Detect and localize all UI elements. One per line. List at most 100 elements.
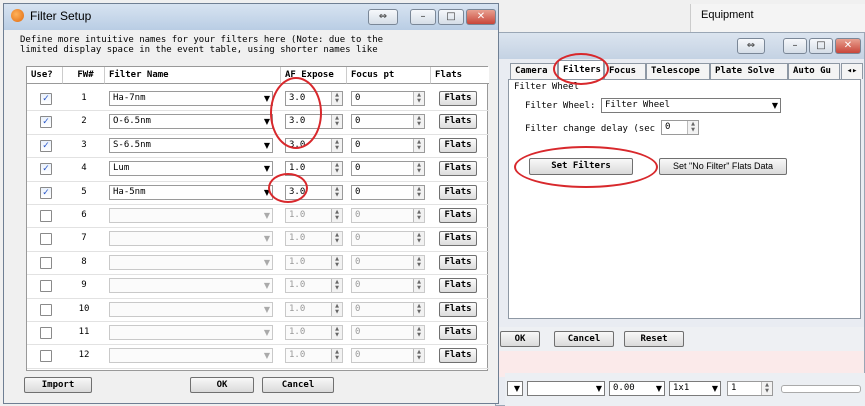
spinner-icon[interactable]: ▲ ▼ [331, 302, 342, 316]
af-expose-input[interactable]: 1.0 ▲ ▼ [285, 325, 343, 340]
flats-button[interactable]: Flats [439, 254, 477, 270]
use-checkbox[interactable]: ✓ [40, 163, 52, 176]
spinner-icon[interactable]: ▲ ▼ [331, 232, 342, 246]
af-expose-input[interactable]: 1.0 ▲ ▼ [285, 231, 343, 247]
import-button[interactable]: Import [24, 377, 92, 393]
spinner-icon[interactable]: ▲ ▼ [331, 162, 342, 176]
filter-name-select[interactable]: Ha-5nm ▼ [109, 184, 273, 200]
filter-name-select[interactable]: ▼ [109, 325, 273, 340]
flats-button[interactable]: Flats [439, 278, 477, 294]
use-checkbox[interactable] [40, 280, 52, 293]
focus-pt-input[interactable]: 0 ▲ ▼ [351, 91, 425, 106]
filter-name-select[interactable]: ▼ [109, 278, 273, 294]
spinner-icon[interactable]: ▲ ▼ [331, 92, 342, 105]
tab-telescope[interactable]: Telescope [646, 63, 710, 79]
use-checkbox[interactable]: ✓ [40, 93, 52, 105]
ok-button-main[interactable]: OK [500, 331, 540, 347]
flats-button[interactable]: Flats [439, 231, 477, 247]
flats-button[interactable]: Flats [439, 208, 477, 223]
filter-name-select[interactable]: S-6.5nm ▼ [109, 137, 273, 153]
toolbar-select-1[interactable]: ▼ [507, 381, 523, 396]
spinner-icon[interactable]: ▲ ▼ [413, 115, 424, 129]
filter-name-select[interactable]: ▼ [109, 254, 273, 270]
toolbar-select-2[interactable]: ▼ [527, 381, 605, 396]
reset-button[interactable]: Reset [624, 331, 684, 347]
spinner-icon[interactable]: ▲ ▼ [331, 255, 342, 269]
spinner-icon[interactable]: ▲ ▼ [413, 162, 424, 176]
spinner-icon[interactable]: ▲ ▼ [687, 121, 698, 134]
spinner-icon[interactable]: ▲ ▼ [413, 232, 424, 246]
filter-wheel-select[interactable]: Filter Wheel ▼ [601, 98, 781, 113]
spinner-icon[interactable]: ▲ ▼ [413, 279, 424, 293]
restore-icon[interactable]: ⇔ [737, 38, 765, 54]
focus-pt-input[interactable]: 0 ▲ ▼ [351, 254, 425, 270]
af-expose-input[interactable]: 1.0 ▲ ▼ [285, 278, 343, 294]
use-checkbox[interactable]: ✓ [40, 139, 52, 152]
flats-button[interactable]: Flats [439, 325, 477, 340]
spinner-icon[interactable]: ▲ ▼ [761, 382, 772, 395]
cancel-button[interactable]: Cancel [262, 377, 334, 393]
use-checkbox[interactable] [40, 256, 52, 269]
filter-name-select[interactable]: Lum ▼ [109, 161, 273, 177]
use-checkbox[interactable] [40, 327, 52, 339]
spinner-icon[interactable]: ▲ ▼ [413, 349, 424, 363]
filter-name-select[interactable]: Ha-7nm ▼ [109, 91, 273, 106]
delay-input[interactable]: 0 ▲ ▼ [661, 120, 699, 135]
binning-select[interactable]: 1x1 ▼ [669, 381, 721, 396]
af-expose-input[interactable]: 1.0 ▲ ▼ [285, 301, 343, 317]
use-checkbox[interactable]: ✓ [40, 116, 52, 129]
focus-pt-input[interactable]: 0 ▲ ▼ [351, 325, 425, 340]
focus-pt-input[interactable]: 0 ▲ ▼ [351, 301, 425, 317]
flats-button[interactable]: Flats [439, 114, 477, 130]
flats-button[interactable]: Flats [439, 301, 477, 317]
focus-pt-input[interactable]: 0 ▲ ▼ [351, 184, 425, 200]
spinner-icon[interactable]: ▲ ▼ [413, 138, 424, 152]
spinner-icon[interactable]: ▲ ▼ [413, 302, 424, 316]
spinner-icon[interactable]: ▲ ▼ [413, 185, 424, 199]
cancel-button-main[interactable]: Cancel [554, 331, 614, 347]
flats-button[interactable]: Flats [439, 137, 477, 153]
use-checkbox[interactable]: ✓ [40, 186, 52, 199]
exposure-select[interactable]: 0.00 ▼ [609, 381, 665, 396]
focus-pt-input[interactable]: 0 ▲ ▼ [351, 161, 425, 177]
flats-button[interactable]: Flats [439, 184, 477, 200]
spinner-icon[interactable]: ▲ ▼ [331, 185, 342, 199]
spinner-icon[interactable]: ▲ ▼ [413, 209, 424, 222]
focus-pt-input[interactable]: 0 ▲ ▼ [351, 278, 425, 294]
count-input[interactable]: 1 ▲ ▼ [727, 381, 773, 396]
af-expose-input[interactable]: 1.0 ▲ ▼ [285, 348, 343, 364]
filter-name-select[interactable]: ▼ [109, 301, 273, 317]
tab-scroll-arrows[interactable]: ◂▸ [841, 63, 863, 79]
af-expose-input[interactable]: 1.0 ▲ ▼ [285, 208, 343, 223]
filter-name-select[interactable]: ▼ [109, 348, 273, 364]
spinner-icon[interactable]: ▲ ▼ [331, 115, 342, 129]
focus-pt-input[interactable]: 0 ▲ ▼ [351, 114, 425, 130]
spinner-icon[interactable]: ▲ ▼ [331, 138, 342, 152]
minimize-icon[interactable]: – [410, 9, 436, 25]
tab-camera[interactable]: Camera [510, 63, 558, 79]
spinner-icon[interactable]: ▲ ▼ [413, 326, 424, 339]
maximize-icon[interactable]: □ [809, 38, 833, 54]
close-icon[interactable]: ✕ [835, 38, 861, 54]
ok-button[interactable]: OK [190, 377, 254, 393]
restore-icon[interactable]: ⇔ [368, 9, 398, 25]
focus-pt-input[interactable]: 0 ▲ ▼ [351, 348, 425, 364]
filter-name-select[interactable]: O-6.5nm ▼ [109, 114, 273, 130]
use-checkbox[interactable] [40, 303, 52, 316]
af-expose-input[interactable]: 1.0 ▲ ▼ [285, 254, 343, 270]
tab-auto-guide[interactable]: Auto Gu [788, 63, 840, 79]
close-icon[interactable]: ✕ [466, 9, 496, 25]
maximize-icon[interactable]: □ [438, 9, 464, 25]
use-checkbox[interactable] [40, 350, 52, 363]
spinner-icon[interactable]: ▲ ▼ [331, 209, 342, 222]
flats-button[interactable]: Flats [439, 348, 477, 364]
focus-pt-input[interactable]: 0 ▲ ▼ [351, 231, 425, 247]
tab-plate-solve[interactable]: Plate Solve [710, 63, 788, 79]
spinner-icon[interactable]: ▲ ▼ [331, 279, 342, 293]
filter-name-select[interactable]: ▼ [109, 231, 273, 247]
focus-pt-input[interactable]: 0 ▲ ▼ [351, 208, 425, 223]
spinner-icon[interactable]: ▲ ▼ [331, 326, 342, 339]
spinner-icon[interactable]: ▲ ▼ [413, 255, 424, 269]
flats-button[interactable]: Flats [439, 161, 477, 177]
spinner-icon[interactable]: ▲ ▼ [413, 92, 424, 105]
